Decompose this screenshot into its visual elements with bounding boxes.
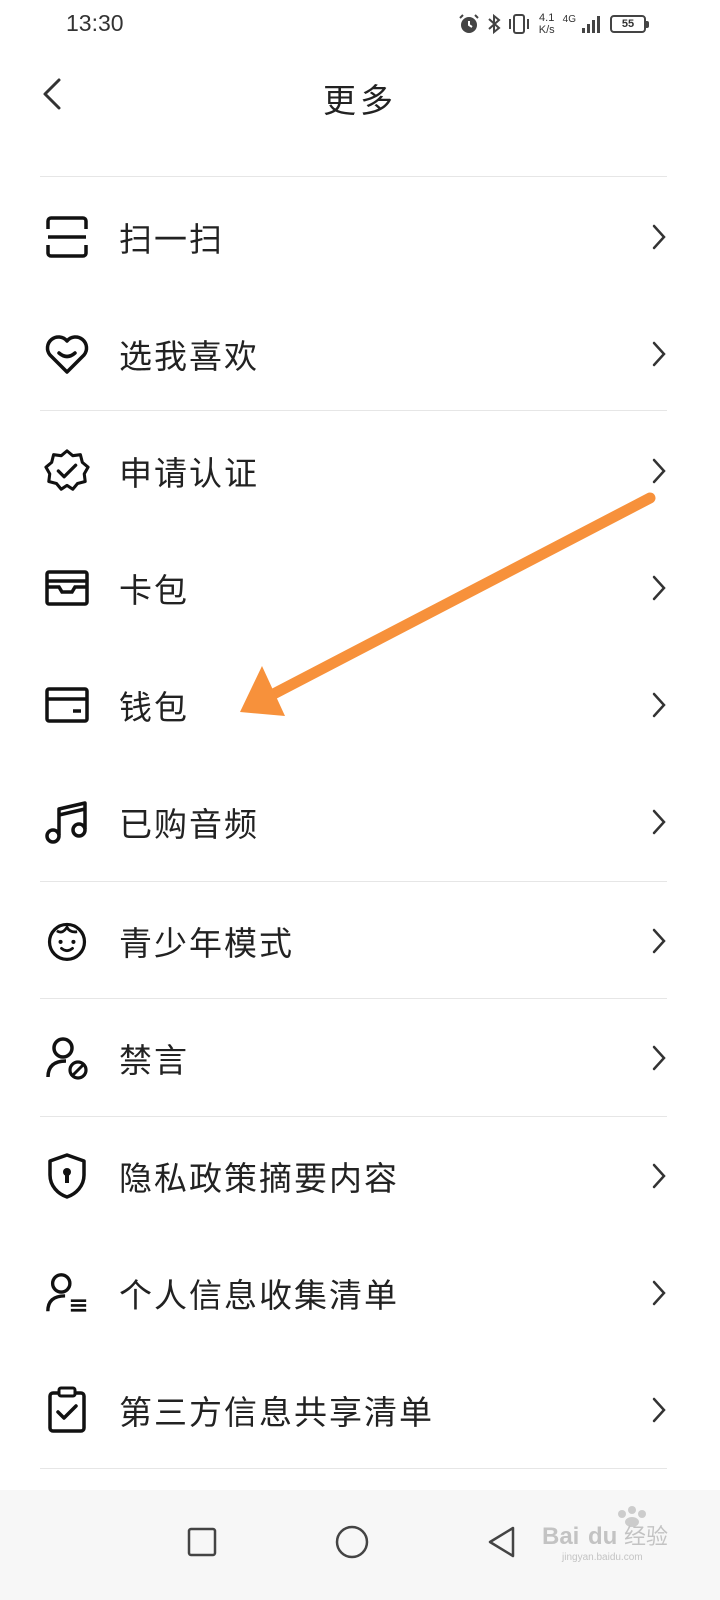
chevron-right-icon xyxy=(646,339,672,369)
chevron-right-icon xyxy=(646,456,672,486)
recents-square-icon xyxy=(187,1527,217,1557)
music-note-icon xyxy=(44,799,90,845)
home-button[interactable] xyxy=(322,1512,382,1572)
chevron-right-icon xyxy=(646,222,672,252)
svg-text:Bai: Bai xyxy=(542,1523,579,1550)
menu-item-wallet[interactable]: 钱包 xyxy=(0,646,720,763)
wallet-icon xyxy=(44,682,90,728)
status-bar: 13:30 4.1 K/s 4G 55 xyxy=(0,0,720,50)
menu-label: 选我喜欢 xyxy=(119,336,259,376)
bluetooth-icon xyxy=(487,13,501,35)
alarm-icon xyxy=(457,12,481,36)
back-nav-button[interactable] xyxy=(472,1512,532,1572)
recents-button[interactable] xyxy=(172,1512,232,1572)
menu-item-personal-info-list[interactable]: 个人信息收集清单 xyxy=(0,1234,720,1351)
menu-label: 个人信息收集清单 xyxy=(119,1275,399,1315)
menu-label: 卡包 xyxy=(119,570,189,610)
svg-text:du: du xyxy=(588,1523,617,1550)
network-generation: 4G xyxy=(562,13,576,25)
vibrate-icon xyxy=(507,13,531,35)
child-face-icon xyxy=(44,918,90,964)
menu-label: 隐私政策摘要内容 xyxy=(119,1158,399,1198)
heart-icon xyxy=(44,331,90,377)
baidu-jingyan-watermark: Bai du 经验 jingyan.baidu.com xyxy=(542,1506,668,1563)
chevron-right-icon xyxy=(646,1161,672,1191)
menu-item-scan[interactable]: 扫一扫 xyxy=(0,178,720,295)
menu-item-mute[interactable]: 禁言 xyxy=(0,999,720,1116)
signal-icon xyxy=(580,13,604,35)
home-circle-icon xyxy=(335,1525,369,1559)
divider xyxy=(40,410,667,411)
menu-item-third-party-sharing[interactable]: 第三方信息共享清单 xyxy=(0,1351,720,1468)
status-icons: 4.1 K/s 4G 55 xyxy=(457,8,649,40)
battery-icon: 55 xyxy=(610,15,649,33)
shield-lock-icon xyxy=(44,1152,90,1199)
menu-label: 第三方信息共享清单 xyxy=(119,1392,434,1432)
menu-label: 扫一扫 xyxy=(119,219,224,259)
menu-label: 青少年模式 xyxy=(119,923,294,963)
clipboard-check-icon xyxy=(44,1386,90,1433)
menu-item-teen-mode[interactable]: 青少年模式 xyxy=(0,882,720,999)
menu-item-card-holder[interactable]: 卡包 xyxy=(0,529,720,646)
navigation-bar: Bai du 经验 jingyan.baidu.com xyxy=(0,1490,720,1600)
divider xyxy=(40,176,667,177)
back-triangle-icon xyxy=(488,1526,515,1558)
verified-badge-icon xyxy=(44,448,90,494)
menu-item-favorites[interactable]: 选我喜欢 xyxy=(0,295,720,412)
menu-label: 禁言 xyxy=(119,1040,189,1080)
card-holder-icon xyxy=(44,565,90,611)
status-time: 13:30 xyxy=(66,10,124,36)
menu-item-purchased-audio[interactable]: 已购音频 xyxy=(0,763,720,880)
menu-label: 申请认证 xyxy=(119,453,259,493)
chevron-right-icon xyxy=(646,1043,672,1073)
menu-label: 钱包 xyxy=(119,687,189,727)
user-list-icon xyxy=(44,1270,90,1316)
user-mute-icon xyxy=(44,1035,90,1081)
page-title: 更多 xyxy=(323,81,397,120)
divider xyxy=(40,1468,667,1469)
scan-icon xyxy=(44,214,90,260)
menu-item-privacy-summary[interactable]: 隐私政策摘要内容 xyxy=(0,1117,720,1234)
svg-text:经验: 经验 xyxy=(624,1525,668,1550)
chevron-right-icon xyxy=(646,926,672,956)
svg-text:jingyan.baidu.com: jingyan.baidu.com xyxy=(561,1552,643,1563)
net-speed: 4.1 K/s xyxy=(538,12,555,36)
menu-item-verification[interactable]: 申请认证 xyxy=(0,412,720,529)
chevron-right-icon xyxy=(646,807,672,837)
header: 更多 xyxy=(0,58,720,138)
chevron-right-icon xyxy=(646,1278,672,1308)
chevron-right-icon xyxy=(646,573,672,603)
menu-label: 已购音频 xyxy=(119,804,259,844)
chevron-right-icon xyxy=(646,1395,672,1425)
chevron-right-icon xyxy=(646,690,672,720)
